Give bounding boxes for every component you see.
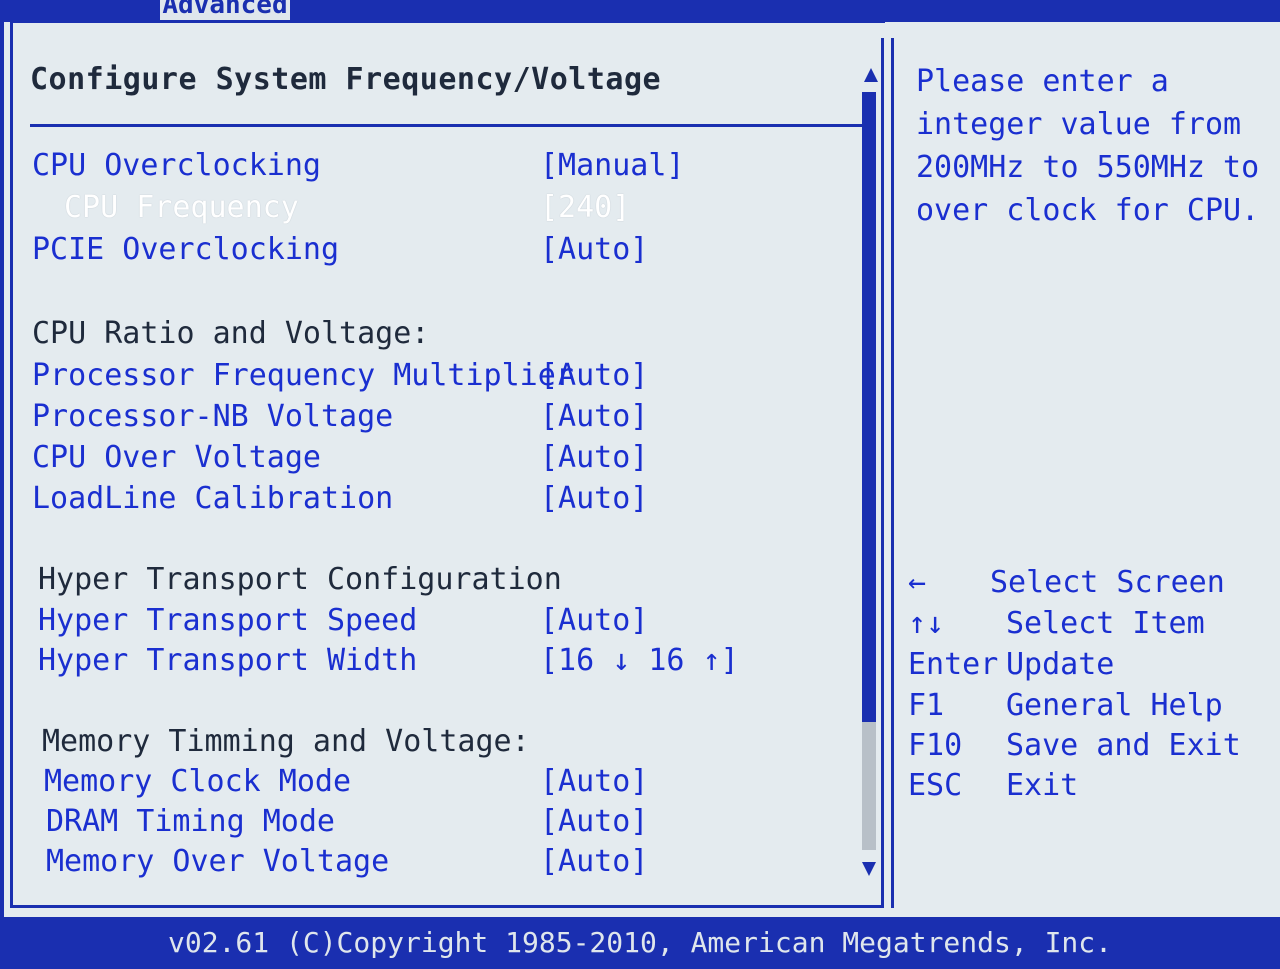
key-hint-key: Enter xyxy=(908,647,999,682)
setting-label: Processor-NB Voltage xyxy=(32,399,394,434)
tab-advanced[interactable]: Advanced xyxy=(160,0,290,20)
setting-label: CPU Frequency xyxy=(64,190,299,225)
key-hint-key: ESC xyxy=(908,768,963,803)
setting-value: [240] xyxy=(540,190,631,225)
setting-value: [Auto] xyxy=(540,764,649,799)
key-hint-exit: ESC Exit xyxy=(908,768,1280,808)
setting-processor-frequency-multiplier[interactable]: Processor Frequency Multiplier [Auto] xyxy=(0,358,860,398)
help-description: Please enter a integer value from 200MHz… xyxy=(916,64,1260,228)
key-hint-desc: Select Screen xyxy=(990,565,1225,600)
setting-label: Processor Frequency Multiplier xyxy=(32,358,574,393)
setting-value: [Auto] xyxy=(540,440,649,475)
key-hint-key: F1 xyxy=(908,688,945,723)
setting-hyper-transport-speed[interactable]: Hyper Transport Speed [Auto] xyxy=(0,603,860,643)
setting-value: [Auto] xyxy=(540,358,649,393)
pane-divider xyxy=(881,38,884,908)
key-hint-general-help: F1 General Help xyxy=(908,688,1280,728)
setting-label: Memory Clock Mode xyxy=(44,764,352,799)
setting-value: [Auto] xyxy=(540,804,649,839)
setting-label: CPU Over Voltage xyxy=(32,440,321,475)
key-hint-select-screen: ← Select Screen xyxy=(908,565,1280,605)
setting-value: [Auto] xyxy=(540,844,649,879)
setting-value: [Auto] xyxy=(540,481,649,516)
scroll-up-arrow-icon[interactable] xyxy=(864,68,878,82)
scrollbar-thumb[interactable] xyxy=(862,92,876,722)
setting-memory-over-voltage[interactable]: Memory Over Voltage [Auto] xyxy=(0,844,860,884)
setting-label: LoadLine Calibration xyxy=(32,481,394,516)
setting-value: [Auto] xyxy=(540,603,649,638)
setting-cpu-over-voltage[interactable]: CPU Over Voltage [Auto] xyxy=(0,440,860,480)
setting-value: [Manual] xyxy=(540,148,685,183)
left-arrow-icon: ← xyxy=(908,565,927,600)
settings-pane-bottom-border xyxy=(10,905,882,908)
key-hint-desc: Exit xyxy=(1006,768,1079,803)
help-pane-border xyxy=(891,38,894,908)
setting-label: CPU Overclocking xyxy=(32,148,321,183)
setting-hyper-transport-width[interactable]: Hyper Transport Width [16 ↓ 16 ↑] xyxy=(0,643,860,683)
key-hint-save-exit: F10 Save and Exit xyxy=(908,728,1280,768)
copyright-footer: v02.61 (C)Copyright 1985-2010, American … xyxy=(0,917,1280,960)
setting-label: Memory Over Voltage xyxy=(46,844,390,879)
setting-label: PCIE Overclocking xyxy=(32,232,340,267)
setting-dram-timing-mode[interactable]: DRAM Timing Mode [Auto] xyxy=(0,804,860,844)
page-title: Configure System Frequency/Voltage xyxy=(30,62,662,97)
key-hint-update: Enter Update xyxy=(908,647,1280,687)
scrollbar-track[interactable] xyxy=(862,722,876,850)
key-hint-desc: Update xyxy=(1006,647,1115,682)
scroll-down-arrow-icon[interactable] xyxy=(862,862,876,876)
setting-memory-clock-mode[interactable]: Memory Clock Mode [Auto] xyxy=(0,764,860,804)
key-hint-desc: Select Item xyxy=(1006,606,1205,641)
section-heading-hyper-transport: Hyper Transport Configuration xyxy=(38,562,562,597)
title-divider xyxy=(30,124,868,127)
setting-label: DRAM Timing Mode xyxy=(46,804,335,839)
setting-value: [Auto] xyxy=(540,399,649,434)
key-hint-desc: Save and Exit xyxy=(1006,728,1241,763)
key-hint-key: F10 xyxy=(908,728,963,763)
setting-pcie-overclocking[interactable]: PCIE Overclocking [Auto] xyxy=(0,232,860,272)
setting-value: [Auto] xyxy=(540,232,649,267)
setting-cpu-frequency[interactable]: CPU Frequency [240] xyxy=(0,190,860,230)
key-hint-select-item: ↑↓ Select Item xyxy=(908,606,1280,646)
up-down-arrow-icon: ↑↓ xyxy=(908,606,945,641)
setting-value: [16 ↓ 16 ↑] xyxy=(540,643,739,678)
setting-cpu-overclocking[interactable]: CPU Overclocking [Manual] xyxy=(0,148,860,188)
key-hint-desc: General Help xyxy=(1006,688,1223,723)
setting-label: Hyper Transport Speed xyxy=(38,603,418,638)
section-heading-cpu-ratio: CPU Ratio and Voltage: xyxy=(32,316,430,351)
section-heading-memory-timing: Memory Timming and Voltage: xyxy=(42,724,530,759)
setting-loadline-calibration[interactable]: LoadLine Calibration [Auto] xyxy=(0,481,860,521)
setting-label: Hyper Transport Width xyxy=(38,643,418,678)
setting-processor-nb-voltage[interactable]: Processor-NB Voltage [Auto] xyxy=(0,399,860,439)
